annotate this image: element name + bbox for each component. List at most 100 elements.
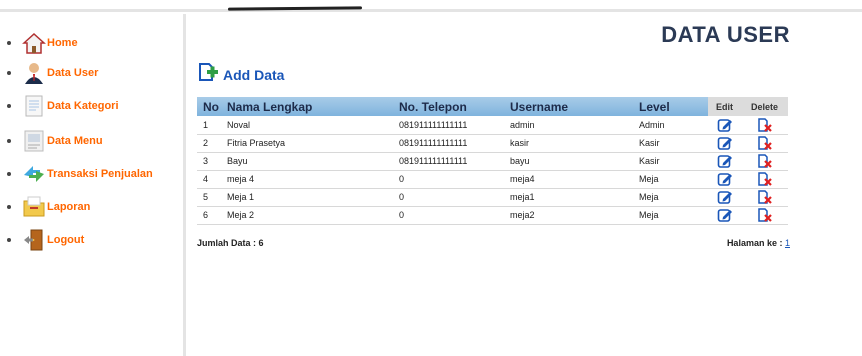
add-data-label: Add Data xyxy=(223,66,285,83)
cell-edit xyxy=(708,134,741,153)
page-title: DATA USER xyxy=(661,22,790,47)
cell-delete xyxy=(741,170,788,189)
cell-nama: Noval xyxy=(221,116,393,135)
cell-nama: Meja 2 xyxy=(221,206,393,225)
bullet xyxy=(7,41,11,45)
table-row: 4 meja 4 0 meja4 Meja xyxy=(197,170,788,189)
sidebar: Home Data User Data Kategori Data Menu T… xyxy=(0,14,186,356)
jumlah-data: Jumlah Data : 6 xyxy=(197,238,264,248)
folder-icon xyxy=(22,195,46,219)
page-link[interactable]: 1 xyxy=(785,238,790,248)
col-delete: Delete xyxy=(741,97,788,116)
sidebar-item-label: Data User xyxy=(47,67,99,79)
col-username: Username xyxy=(504,97,633,116)
delete-icon[interactable] xyxy=(757,118,773,132)
table-row: 5 Meja 1 0 meja1 Meja xyxy=(197,188,788,207)
edit-icon[interactable] xyxy=(717,154,733,168)
add-data-button[interactable]: Add Data xyxy=(197,62,284,87)
bullet xyxy=(7,205,11,209)
cell-level: Meja xyxy=(633,170,708,189)
cell-delete xyxy=(741,188,788,207)
table-row: 3 Bayu 081911111111111 bayu Kasir xyxy=(197,152,788,171)
cell-nama: Fitria Prasetya xyxy=(221,134,393,153)
top-bar xyxy=(0,0,862,14)
menu-card-icon xyxy=(22,129,46,153)
col-no: No xyxy=(197,97,221,116)
cell-level: Kasir xyxy=(633,152,708,171)
delete-icon[interactable] xyxy=(757,190,773,204)
cell-telepon: 081911111111111 xyxy=(393,134,504,153)
pagination-label: Halaman ke : xyxy=(726,238,783,248)
cell-no: 1 xyxy=(197,116,221,135)
user-table: No Nama Lengkap No. Telepon Username Lev… xyxy=(197,97,788,225)
add-document-icon xyxy=(197,62,219,87)
sidebar-item-laporan[interactable]: Laporan xyxy=(7,194,90,220)
cell-username: meja4 xyxy=(504,170,633,189)
sidebar-item-transaksi[interactable]: Transaksi Penjualan xyxy=(7,161,153,187)
door-exit-icon xyxy=(22,228,46,252)
delete-icon[interactable] xyxy=(757,208,773,222)
cell-edit xyxy=(708,206,741,225)
table-header-row: No Nama Lengkap No. Telepon Username Lev… xyxy=(197,97,788,116)
pagination: Halaman ke : 1 xyxy=(727,238,790,248)
cell-no: 4 xyxy=(197,170,221,189)
sidebar-item-data-menu[interactable]: Data Menu xyxy=(7,128,103,154)
cell-telepon: 0 xyxy=(393,206,504,225)
bullet xyxy=(7,172,11,176)
cell-delete xyxy=(741,116,788,135)
bullet xyxy=(7,104,11,108)
cell-level: Meja xyxy=(633,188,708,207)
table-row: 1 Noval 081911111111111 admin Admin xyxy=(197,116,788,135)
main-content: DATA USER Add Data No Nama Lengkap No. T… xyxy=(189,14,862,356)
sidebar-item-data-user[interactable]: Data User xyxy=(7,60,98,86)
top-divider xyxy=(0,9,862,12)
cell-telepon: 081911111111111 xyxy=(393,152,504,171)
cell-username: kasir xyxy=(504,134,633,153)
document-icon xyxy=(22,94,46,118)
delete-icon[interactable] xyxy=(757,172,773,186)
bullet xyxy=(7,71,11,75)
cell-username: meja1 xyxy=(504,188,633,207)
transaction-arrows-icon xyxy=(22,162,46,186)
col-edit: Edit xyxy=(708,97,741,116)
cell-level: Admin xyxy=(633,116,708,135)
col-nama-lengkap: Nama Lengkap xyxy=(221,97,393,116)
cell-nama: meja 4 xyxy=(221,170,393,189)
sidebar-item-home[interactable]: Home xyxy=(7,30,78,56)
cell-level: Kasir xyxy=(633,134,708,153)
cell-telepon: 0 xyxy=(393,170,504,189)
delete-icon[interactable] xyxy=(757,154,773,168)
edit-icon[interactable] xyxy=(717,118,733,132)
sidebar-item-label: Data Menu xyxy=(47,135,103,147)
sidebar-item-label: Data Kategori xyxy=(47,100,119,112)
col-no-telepon: No. Telepon xyxy=(393,97,504,116)
cell-no: 2 xyxy=(197,134,221,153)
table-row: 2 Fitria Prasetya 081911111111111 kasir Kasi… xyxy=(197,134,788,153)
home-icon xyxy=(22,31,46,55)
col-level: Level xyxy=(633,97,708,116)
edit-icon[interactable] xyxy=(717,172,733,186)
cell-level: Meja xyxy=(633,206,708,225)
sidebar-item-data-kategori[interactable]: Data Kategori xyxy=(7,93,119,119)
delete-icon[interactable] xyxy=(757,136,773,150)
cell-nama: Bayu xyxy=(221,152,393,171)
cell-nama: Meja 1 xyxy=(221,188,393,207)
cell-edit xyxy=(708,116,741,135)
cell-username: meja2 xyxy=(504,206,633,225)
edit-icon[interactable] xyxy=(717,190,733,204)
user-icon xyxy=(22,61,46,85)
cell-delete xyxy=(741,152,788,171)
cell-edit xyxy=(708,152,741,171)
cell-delete xyxy=(741,134,788,153)
sidebar-item-logout[interactable]: Logout xyxy=(7,227,84,253)
cell-delete xyxy=(741,206,788,225)
cell-no: 6 xyxy=(197,206,221,225)
cell-edit xyxy=(708,170,741,189)
bullet xyxy=(7,139,11,143)
edit-icon[interactable] xyxy=(717,208,733,222)
cell-telepon: 0 xyxy=(393,188,504,207)
bullet xyxy=(7,238,11,242)
sidebar-item-label: Laporan xyxy=(47,201,91,213)
cell-telepon: 081911111111111 xyxy=(393,116,504,135)
edit-icon[interactable] xyxy=(717,136,733,150)
